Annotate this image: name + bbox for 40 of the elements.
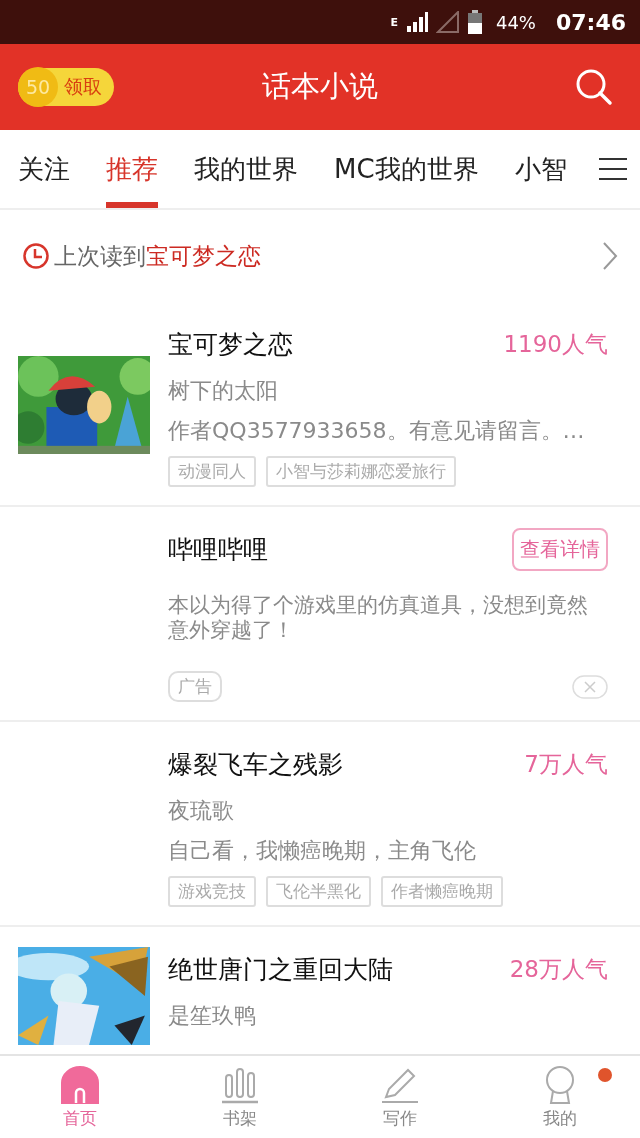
book-description: 自己看，我懒癌晚期，主角飞伦 [168,837,476,866]
popularity-count: 1190人气 [503,329,608,359]
home-icon [60,1064,100,1105]
last-read-text: 上次读到宝可梦之恋 [54,241,261,271]
book-title[interactable]: 宝可梦之恋 [168,327,293,361]
last-read-row[interactable]: 上次读到宝可梦之恋 [0,210,640,302]
book-title[interactable]: 绝世唐门之重回大陆 [168,952,393,986]
ad-label: 广告 [168,671,222,703]
nav-tab[interactable]: 书架 [160,1056,320,1138]
category-tab[interactable]: 我的世界 [194,130,298,208]
author-name: 是笙玖鸭 [168,1002,256,1031]
signal-icon [405,11,428,33]
genre-tag: 游戏竞技 [168,876,256,908]
clock-time: 07:46 [555,9,626,35]
genre-tag: 作者懒癌晚期 [381,876,503,908]
author-name: 夜琉歌 [168,797,234,826]
popularity-count: 7万人气 [524,749,608,779]
book-title[interactable]: 爆裂飞车之残影 [168,747,343,781]
category-tab[interactable]: 关注 [18,130,70,208]
author-name: 树下的太阳 [168,377,278,405]
category-tab[interactable]: 推荐 [106,130,158,208]
ad-description: 本以为得了个游戏里的仿真道具，没想到竟然意外穿越了！ [168,593,589,644]
book-description: 作者QQ3577933658。有意见请留言。… [168,417,585,445]
nav-tab[interactable]: 我的 [480,1056,640,1138]
battery-icon [467,10,482,34]
genre-tag: 动漫同人 [168,456,256,487]
book-title[interactable]: 哔哩哔哩 [168,532,268,566]
category-tab[interactable]: MC我的世界 [334,130,479,208]
genre-tag: 飞伦半黑化 [266,876,371,908]
network-type: E [390,15,398,29]
nav-tab[interactable]: 写作 [320,1056,480,1138]
genre-tag: 小智与莎莉娜恋爱旅行 [266,456,456,487]
no-signal-icon [435,11,460,33]
clock-icon [22,242,50,270]
category-tab[interactable]: 小智 [514,130,567,208]
chevron-right-icon [602,241,618,271]
app-title: 话本小说 [262,68,378,105]
search-icon[interactable] [574,67,614,107]
popularity-count: 28万人气 [509,954,608,984]
battery-percent: 44% [495,11,536,33]
